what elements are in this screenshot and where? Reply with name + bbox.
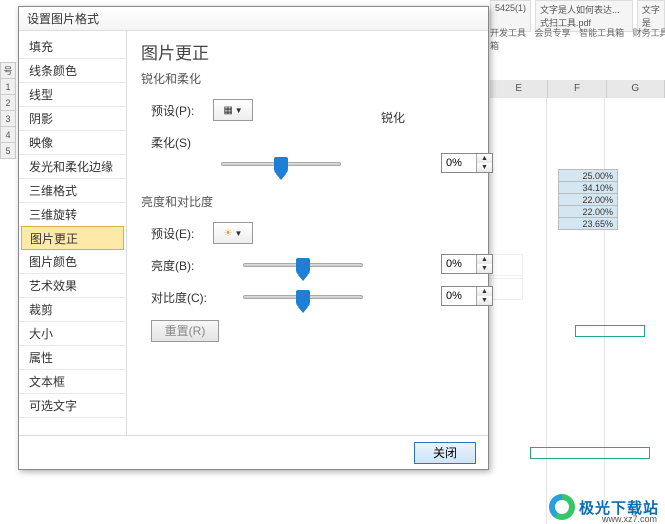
- slider-thumb[interactable]: [274, 157, 288, 175]
- brightness-contrast-section: 亮度和对比度: [141, 193, 474, 210]
- spin-up-icon[interactable]: ▲: [477, 154, 492, 163]
- close-button[interactable]: 关闭: [414, 442, 476, 464]
- format-picture-dialog: 设置图片格式 填充 线条颜色 线型 阴影 映像 发光和柔化边缘 三维格式 三维旋…: [18, 6, 489, 470]
- sidebar-item-artistic-effects[interactable]: 艺术效果: [19, 274, 126, 298]
- sharpen-value-input[interactable]: [442, 154, 476, 172]
- contrast-value-spinner[interactable]: ▲▼: [441, 286, 493, 306]
- data-cells: 25.00% 34.10% 22.00% 22.00% 23.65%: [558, 170, 618, 230]
- col-header[interactable]: E: [490, 80, 548, 98]
- chevron-down-icon: ▼: [235, 106, 243, 115]
- grid-lines: [488, 98, 665, 524]
- dialog-title: 设置图片格式: [19, 7, 488, 31]
- slider-thumb[interactable]: [296, 258, 310, 276]
- ribbon-tabs: 开发工具 会员专享 智能工具箱 财务工具箱: [490, 26, 665, 74]
- slider-thumb[interactable]: [296, 290, 310, 308]
- sidebar-item-properties[interactable]: 属性: [19, 346, 126, 370]
- spin-up-icon[interactable]: ▲: [477, 255, 492, 264]
- row-header[interactable]: 5: [0, 142, 16, 159]
- sidebar-item-line-color[interactable]: 线条颜色: [19, 59, 126, 83]
- sidebar-item-crop[interactable]: 裁剪: [19, 298, 126, 322]
- sidebar-item-fill[interactable]: 填充: [19, 35, 126, 59]
- row-header[interactable]: 4: [0, 126, 16, 143]
- selection-box: [575, 325, 645, 337]
- preset-brightness-dropdown[interactable]: ☀ ▼: [213, 222, 253, 244]
- row-header[interactable]: 3: [0, 110, 16, 127]
- spin-down-icon[interactable]: ▼: [477, 264, 492, 273]
- sharpen-soften-section: 锐化和柔化: [141, 70, 474, 87]
- watermark-name: 极光下载站: [579, 497, 659, 518]
- contrast-label: 对比度(C):: [141, 289, 213, 306]
- preset-sharpen-dropdown[interactable]: ▦ ▼: [213, 99, 253, 121]
- sidebar-item-reflection[interactable]: 映像: [19, 131, 126, 155]
- sidebar-item-alt-text[interactable]: 可选文字: [19, 394, 126, 418]
- sidebar-item-glow[interactable]: 发光和柔化边缘: [19, 155, 126, 179]
- spin-down-icon[interactable]: ▼: [477, 296, 492, 305]
- brightness-value-input[interactable]: [442, 255, 476, 273]
- sidebar-item-size[interactable]: 大小: [19, 322, 126, 346]
- brightness-slider[interactable]: [243, 263, 363, 267]
- contrast-value-input[interactable]: [442, 287, 476, 305]
- soften-label: 柔化(S): [141, 134, 213, 151]
- dialog-footer: 关闭: [19, 435, 488, 470]
- sidebar-item-3d-format[interactable]: 三维格式: [19, 179, 126, 203]
- sidebar-item-3d-rotation[interactable]: 三维旋转: [19, 203, 126, 227]
- spin-up-icon[interactable]: ▲: [477, 287, 492, 296]
- col-header[interactable]: F: [548, 80, 606, 98]
- watermark-logo-icon: [549, 494, 575, 520]
- brightness-label: 亮度(B):: [141, 257, 213, 274]
- col-header[interactable]: G: [607, 80, 665, 98]
- sharpen-label: 锐化: [381, 109, 405, 126]
- brightness-preset-icon: ☀: [224, 228, 233, 239]
- spin-down-icon[interactable]: ▼: [477, 163, 492, 172]
- corrections-panel: 图片更正 锐化和柔化 预设(P): ▦ ▼ 柔化(S) 锐化: [127, 31, 488, 435]
- chevron-down-icon: ▼: [235, 229, 243, 238]
- selection-box: [530, 447, 650, 459]
- soften-sharpen-slider[interactable]: [221, 162, 341, 166]
- sidebar-item-picture-corrections[interactable]: 图片更正: [21, 226, 124, 250]
- row-headers: 号 1 2 3 4 5: [0, 63, 16, 159]
- preset-brightness-label: 预设(E):: [141, 225, 213, 242]
- row-header[interactable]: 号: [0, 62, 16, 79]
- panel-heading: 图片更正: [141, 39, 474, 64]
- sidebar-item-shadow[interactable]: 阴影: [19, 107, 126, 131]
- sidebar-item-textbox[interactable]: 文本框: [19, 370, 126, 394]
- sharpen-preset-icon: ▦: [223, 105, 232, 116]
- sharpen-value-spinner[interactable]: ▲▼: [441, 153, 493, 173]
- sidebar-item-line-style[interactable]: 线型: [19, 83, 126, 107]
- cell[interactable]: 23.65%: [558, 217, 618, 230]
- category-sidebar: 填充 线条颜色 线型 阴影 映像 发光和柔化边缘 三维格式 三维旋转 图片更正 …: [19, 31, 127, 435]
- row-header[interactable]: 1: [0, 78, 16, 95]
- reset-button[interactable]: 重置(R): [151, 320, 219, 342]
- column-headers: E F G: [490, 80, 665, 98]
- contrast-slider[interactable]: [243, 295, 363, 299]
- sidebar-item-picture-color[interactable]: 图片颜色: [19, 250, 126, 274]
- watermark: 极光下载站: [549, 494, 659, 520]
- brightness-value-spinner[interactable]: ▲▼: [441, 254, 493, 274]
- row-header[interactable]: 2: [0, 94, 16, 111]
- preset-sharpen-label: 预设(P):: [141, 102, 213, 119]
